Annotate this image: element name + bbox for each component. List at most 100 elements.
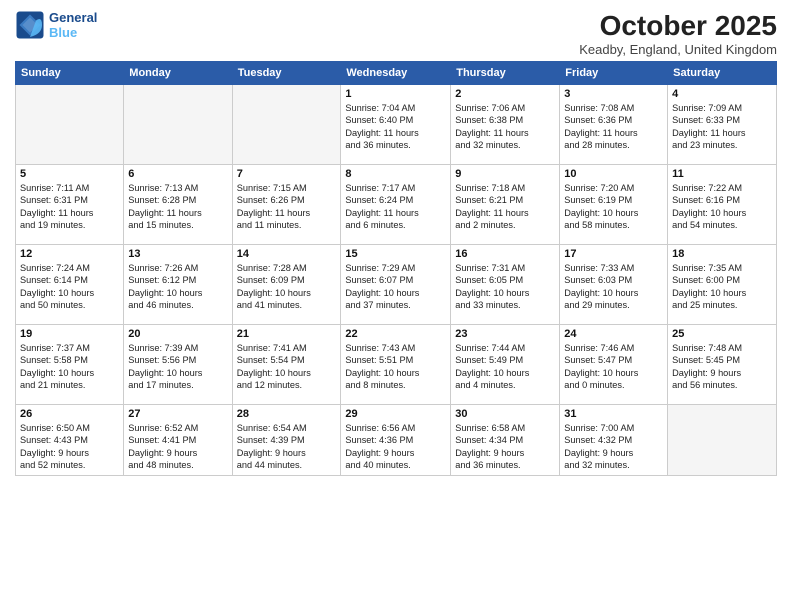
calendar-cell: 26 Sunrise: 6:50 AM Sunset: 4:43 PM Dayli… bbox=[16, 405, 124, 476]
day-info: Sunrise: 7:37 AM Sunset: 5:58 PM Dayligh… bbox=[20, 342, 119, 392]
calendar-cell: 10 Sunrise: 7:20 AM Sunset: 6:19 PM Dayli… bbox=[560, 165, 668, 245]
day-number: 16 bbox=[455, 248, 555, 260]
day-info: Sunrise: 7:04 AM Sunset: 6:40 PM Dayligh… bbox=[345, 102, 446, 152]
calendar-cell: 9 Sunrise: 7:18 AM Sunset: 6:21 PM Daylig… bbox=[451, 165, 560, 245]
day-info: Sunrise: 7:18 AM Sunset: 6:21 PM Dayligh… bbox=[455, 182, 555, 232]
day-info: Sunrise: 7:33 AM Sunset: 6:03 PM Dayligh… bbox=[564, 262, 663, 312]
calendar-cell: 7 Sunrise: 7:15 AM Sunset: 6:26 PM Daylig… bbox=[232, 165, 341, 245]
calendar-cell: 30Sunrise: 6:58 AM Sunset: 4:34 PM Dayli… bbox=[451, 405, 560, 476]
calendar-cell: 2Sunrise: 7:06 AM Sunset: 6:38 PM Daylig… bbox=[451, 85, 560, 165]
day-number: 10 bbox=[564, 168, 663, 180]
day-info: Sunrise: 7:15 AM Sunset: 6:26 PM Dayligh… bbox=[237, 182, 337, 232]
calendar-cell: 22Sunrise: 7:43 AM Sunset: 5:51 PM Dayli… bbox=[341, 325, 451, 405]
logo: General Blue bbox=[15, 10, 97, 40]
title-block: October 2025 Keadby, England, United Kin… bbox=[579, 10, 777, 57]
day-number: 26 bbox=[20, 408, 119, 420]
day-number: 27 bbox=[128, 408, 227, 420]
calendar-cell: 18Sunrise: 7:35 AM Sunset: 6:00 PM Dayli… bbox=[668, 245, 777, 325]
day-info: Sunrise: 7:31 AM Sunset: 6:05 PM Dayligh… bbox=[455, 262, 555, 312]
day-number: 21 bbox=[237, 328, 337, 340]
calendar-cell: 3 Sunrise: 7:08 AM Sunset: 6:36 PM Daylig… bbox=[560, 85, 668, 165]
day-info: Sunrise: 7:06 AM Sunset: 6:38 PM Dayligh… bbox=[455, 102, 555, 152]
calendar-cell: 6Sunrise: 7:13 AM Sunset: 6:28 PM Daylig… bbox=[124, 165, 232, 245]
day-number: 6 bbox=[128, 168, 227, 180]
day-number: 8 bbox=[345, 168, 446, 180]
calendar-cell bbox=[124, 85, 232, 165]
calendar-cell: 16 Sunrise: 7:31 AM Sunset: 6:05 PM Dayli… bbox=[451, 245, 560, 325]
day-number: 17 bbox=[564, 248, 663, 260]
calendar-cell: 19Sunrise: 7:37 AM Sunset: 5:58 PM Dayli… bbox=[16, 325, 124, 405]
calendar-week-row: 1 Sunrise: 7:04 AM Sunset: 6:40 PM Daylig… bbox=[16, 85, 777, 165]
calendar-cell: 24 Sunrise: 7:46 AM Sunset: 5:47 PM Dayli… bbox=[560, 325, 668, 405]
header: General Blue October 2025 Keadby, Englan… bbox=[15, 10, 777, 57]
day-number: 23 bbox=[455, 328, 555, 340]
day-number: 20 bbox=[128, 328, 227, 340]
weekday-header: Sunday bbox=[16, 62, 124, 85]
day-number: 24 bbox=[564, 328, 663, 340]
calendar-cell: 25Sunrise: 7:48 AM Sunset: 5:45 PM Dayli… bbox=[668, 325, 777, 405]
day-number: 25 bbox=[672, 328, 772, 340]
calendar-cell: 31 Sunrise: 7:00 AM Sunset: 4:32 PM Dayli… bbox=[560, 405, 668, 476]
calendar-cell bbox=[668, 405, 777, 476]
calendar-cell: 27 Sunrise: 6:52 AM Sunset: 4:41 PM Dayli… bbox=[124, 405, 232, 476]
day-number: 28 bbox=[237, 408, 337, 420]
weekday-header: Friday bbox=[560, 62, 668, 85]
day-number: 18 bbox=[672, 248, 772, 260]
day-info: Sunrise: 6:54 AM Sunset: 4:39 PM Dayligh… bbox=[237, 422, 337, 472]
day-number: 13 bbox=[128, 248, 227, 260]
day-info: Sunrise: 7:17 AM Sunset: 6:24 PM Dayligh… bbox=[345, 182, 446, 232]
day-info: Sunrise: 6:52 AM Sunset: 4:41 PM Dayligh… bbox=[128, 422, 227, 472]
weekday-header: Thursday bbox=[451, 62, 560, 85]
day-number: 29 bbox=[345, 408, 446, 420]
day-info: Sunrise: 7:44 AM Sunset: 5:49 PM Dayligh… bbox=[455, 342, 555, 392]
day-number: 3 bbox=[564, 88, 663, 100]
day-number: 30 bbox=[455, 408, 555, 420]
day-number: 1 bbox=[345, 88, 446, 100]
location: Keadby, England, United Kingdom bbox=[579, 42, 777, 57]
day-info: Sunrise: 7:39 AM Sunset: 5:56 PM Dayligh… bbox=[128, 342, 227, 392]
calendar-week-row: 12 Sunrise: 7:24 AM Sunset: 6:14 PM Dayli… bbox=[16, 245, 777, 325]
logo-icon bbox=[15, 10, 45, 40]
day-info: Sunrise: 7:09 AM Sunset: 6:33 PM Dayligh… bbox=[672, 102, 772, 152]
weekday-header: Tuesday bbox=[232, 62, 341, 85]
calendar-cell: 8 Sunrise: 7:17 AM Sunset: 6:24 PM Daylig… bbox=[341, 165, 451, 245]
calendar-cell: 17 Sunrise: 7:33 AM Sunset: 6:03 PM Dayli… bbox=[560, 245, 668, 325]
calendar-week-row: 19Sunrise: 7:37 AM Sunset: 5:58 PM Dayli… bbox=[16, 325, 777, 405]
day-info: Sunrise: 7:26 AM Sunset: 6:12 PM Dayligh… bbox=[128, 262, 227, 312]
calendar-week-row: 26 Sunrise: 6:50 AM Sunset: 4:43 PM Dayli… bbox=[16, 405, 777, 476]
day-number: 31 bbox=[564, 408, 663, 420]
day-number: 22 bbox=[345, 328, 446, 340]
day-info: Sunrise: 7:11 AM Sunset: 6:31 PM Dayligh… bbox=[20, 182, 119, 232]
calendar-week-row: 5 Sunrise: 7:11 AM Sunset: 6:31 PM Daylig… bbox=[16, 165, 777, 245]
calendar-cell bbox=[232, 85, 341, 165]
day-info: Sunrise: 6:50 AM Sunset: 4:43 PM Dayligh… bbox=[20, 422, 119, 472]
calendar-cell: 1 Sunrise: 7:04 AM Sunset: 6:40 PM Daylig… bbox=[341, 85, 451, 165]
calendar-table: SundayMondayTuesdayWednesdayThursdayFrid… bbox=[15, 61, 777, 476]
day-number: 4 bbox=[672, 88, 772, 100]
page-container: General Blue October 2025 Keadby, Englan… bbox=[0, 0, 792, 481]
calendar-cell: 13 Sunrise: 7:26 AM Sunset: 6:12 PM Dayli… bbox=[124, 245, 232, 325]
day-info: Sunrise: 7:46 AM Sunset: 5:47 PM Dayligh… bbox=[564, 342, 663, 392]
day-number: 5 bbox=[20, 168, 119, 180]
day-info: Sunrise: 7:20 AM Sunset: 6:19 PM Dayligh… bbox=[564, 182, 663, 232]
day-info: Sunrise: 7:29 AM Sunset: 6:07 PM Dayligh… bbox=[345, 262, 446, 312]
day-info: Sunrise: 6:56 AM Sunset: 4:36 PM Dayligh… bbox=[345, 422, 446, 472]
day-number: 15 bbox=[345, 248, 446, 260]
day-number: 11 bbox=[672, 168, 772, 180]
calendar-cell: 14 Sunrise: 7:28 AM Sunset: 6:09 PM Dayli… bbox=[232, 245, 341, 325]
day-number: 9 bbox=[455, 168, 555, 180]
day-info: Sunrise: 7:08 AM Sunset: 6:36 PM Dayligh… bbox=[564, 102, 663, 152]
logo-text: General Blue bbox=[49, 10, 97, 40]
day-info: Sunrise: 7:28 AM Sunset: 6:09 PM Dayligh… bbox=[237, 262, 337, 312]
month-title: October 2025 bbox=[579, 10, 777, 42]
day-number: 12 bbox=[20, 248, 119, 260]
day-info: Sunrise: 7:00 AM Sunset: 4:32 PM Dayligh… bbox=[564, 422, 663, 472]
calendar-cell: 28 Sunrise: 6:54 AM Sunset: 4:39 PM Dayli… bbox=[232, 405, 341, 476]
day-info: Sunrise: 7:24 AM Sunset: 6:14 PM Dayligh… bbox=[20, 262, 119, 312]
weekday-header: Saturday bbox=[668, 62, 777, 85]
calendar-cell: 12 Sunrise: 7:24 AM Sunset: 6:14 PM Dayli… bbox=[16, 245, 124, 325]
day-number: 14 bbox=[237, 248, 337, 260]
day-number: 7 bbox=[237, 168, 337, 180]
calendar-cell: 15 Sunrise: 7:29 AM Sunset: 6:07 PM Dayli… bbox=[341, 245, 451, 325]
day-info: Sunrise: 7:22 AM Sunset: 6:16 PM Dayligh… bbox=[672, 182, 772, 232]
